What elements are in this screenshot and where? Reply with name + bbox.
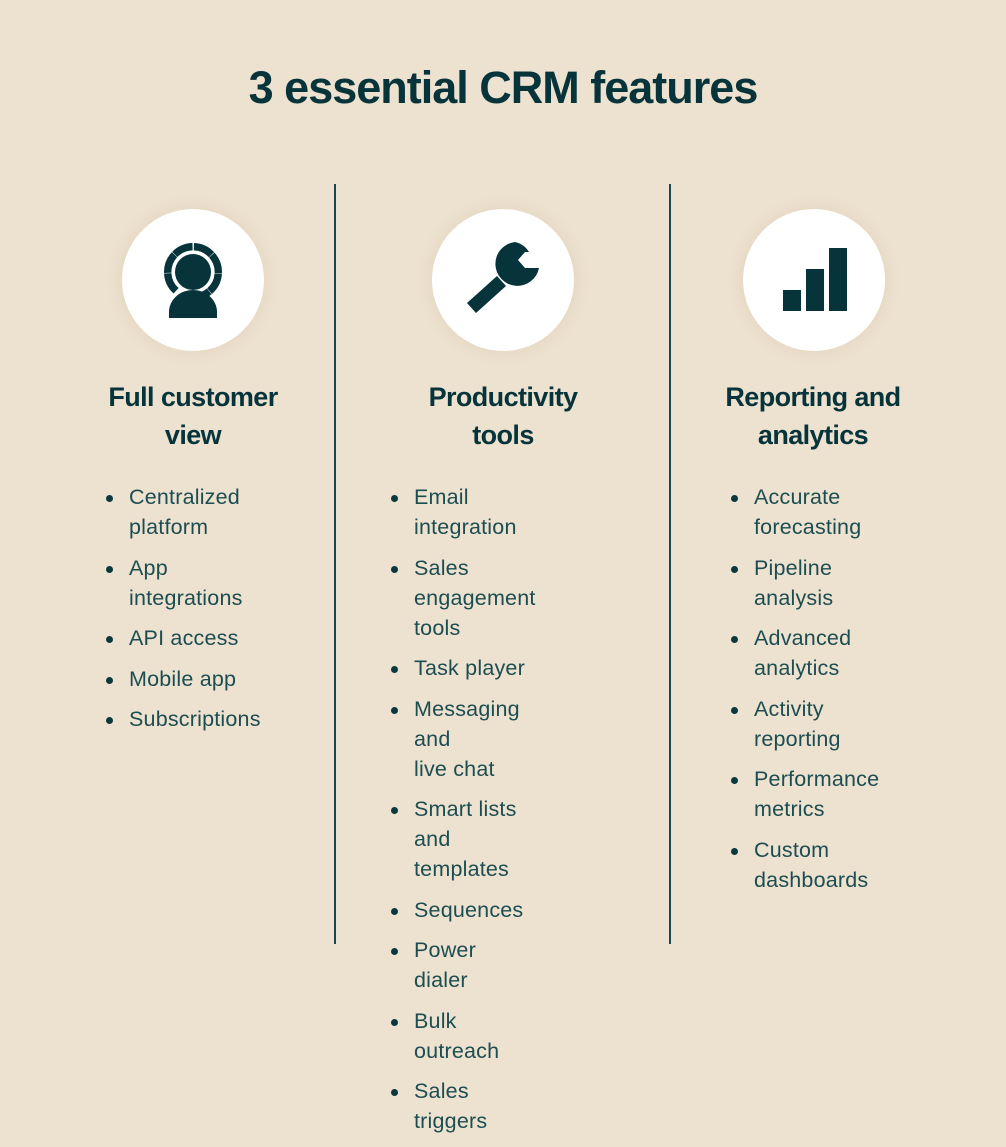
bullet-icon <box>391 666 398 673</box>
item-text: Custom <box>754 837 830 862</box>
item-text: Centralized <box>129 485 240 509</box>
heading-line: view <box>164 420 222 450</box>
list-item: API access <box>104 623 261 653</box>
item-text: Messaging and <box>414 696 520 751</box>
item-text: integrations <box>129 585 243 610</box>
item-text: Sales <box>414 555 469 580</box>
bullet-icon <box>106 565 113 573</box>
list-item: Sequences <box>389 895 536 925</box>
feature-list: Accurate forecasting Pipeline analysis Adv… <box>729 482 879 905</box>
list-item: Task player <box>389 653 536 683</box>
item-text: Power dialer <box>414 938 476 992</box>
bullet-icon <box>106 636 113 643</box>
list-item: Activity reporting <box>729 694 879 754</box>
item-text: Sequences <box>414 897 524 922</box>
bullet-icon <box>391 907 398 915</box>
column-divider <box>334 184 336 944</box>
heading-line: Full customer <box>108 382 278 412</box>
list-item: Pipeline analysis <box>729 553 879 613</box>
bullet-icon <box>391 495 398 502</box>
item-text: reporting <box>754 726 841 751</box>
item-text: Bulk outreach <box>414 1008 500 1063</box>
bullet-icon <box>106 717 113 724</box>
heading-line: analytics <box>757 420 869 450</box>
list-item: Performance metrics <box>729 764 879 824</box>
wrench-icon <box>467 242 539 313</box>
bullet-icon <box>731 706 738 714</box>
list-item: Subscriptions <box>104 704 261 734</box>
item-text: analytics <box>754 656 840 680</box>
item-text: Subscriptions <box>129 707 261 731</box>
heading-line: tools <box>472 420 534 450</box>
list-item: Accurate forecasting <box>729 482 879 542</box>
list-item: Sales triggers <box>389 1076 536 1136</box>
list-item: Advanced analytics <box>729 623 879 683</box>
item-text: Smart lists and <box>414 797 517 851</box>
bar-chart-icon <box>783 248 847 311</box>
item-text: Activity <box>754 696 824 721</box>
list-item: App integrations <box>104 553 261 613</box>
item-text: Mobile app <box>129 666 237 691</box>
bullet-icon <box>731 565 738 573</box>
item-text: metrics <box>754 797 825 821</box>
list-item: Custom dashboards <box>729 835 879 895</box>
item-text: engagement tools <box>414 585 536 640</box>
bullet-icon <box>106 495 113 502</box>
bullet-icon <box>391 948 398 955</box>
item-text: API access <box>129 626 239 650</box>
item-text: Accurate <box>754 485 841 509</box>
customer-view-icon <box>164 243 222 318</box>
bullet-icon <box>391 1089 398 1096</box>
item-text: Advanced <box>754 626 852 650</box>
item-text: Sales triggers <box>414 1079 488 1133</box>
feature-list: Centralized platform App integrations API … <box>104 482 261 745</box>
page-title: 3 essential CRM features <box>248 62 759 113</box>
bullet-icon <box>731 777 738 784</box>
bullet-icon <box>391 706 398 714</box>
item-text: live chat <box>414 756 495 781</box>
bullet-icon <box>391 1018 398 1026</box>
icon-circle <box>122 209 264 351</box>
item-text: forecasting <box>754 515 862 539</box>
item-text: dashboards <box>754 867 869 892</box>
item-text: App <box>129 555 168 580</box>
item-text: templates <box>414 857 510 881</box>
feature-heading: Productivity tools <box>390 378 616 454</box>
item-text: Email integration <box>414 485 517 539</box>
feature-heading: Full customer view <box>80 378 306 454</box>
bullet-icon <box>106 676 113 684</box>
bullet-icon <box>731 636 738 643</box>
heading-line: Productivity <box>428 382 578 412</box>
item-text: Pipeline <box>754 555 833 580</box>
feature-heading: Reporting and analytics <box>700 378 926 454</box>
list-item: Bulk outreach <box>389 1006 536 1066</box>
bullet-icon <box>391 565 398 573</box>
item-text: platform <box>129 515 209 539</box>
list-item: Centralized platform <box>104 482 261 542</box>
list-item: Messaging and live chat <box>389 694 536 784</box>
list-item: Sales engagement tools <box>389 553 536 643</box>
icon-circle <box>743 209 885 351</box>
list-item: Email integration <box>389 482 536 542</box>
bullet-icon <box>391 807 398 814</box>
item-text: analysis <box>754 585 834 610</box>
item-text: Performance <box>754 767 880 791</box>
item-text: Task player <box>414 656 525 680</box>
list-item: Mobile app <box>104 664 261 694</box>
bullet-icon <box>731 495 738 502</box>
heading-line: Reporting and <box>725 382 901 412</box>
column-divider <box>669 184 671 944</box>
bullet-icon <box>731 847 738 855</box>
list-item: Smart lists and templates <box>389 794 536 884</box>
icon-circle <box>432 209 574 351</box>
list-item: Power dialer <box>389 935 536 995</box>
feature-list: Email integration Sales engagement tools … <box>389 482 536 1147</box>
